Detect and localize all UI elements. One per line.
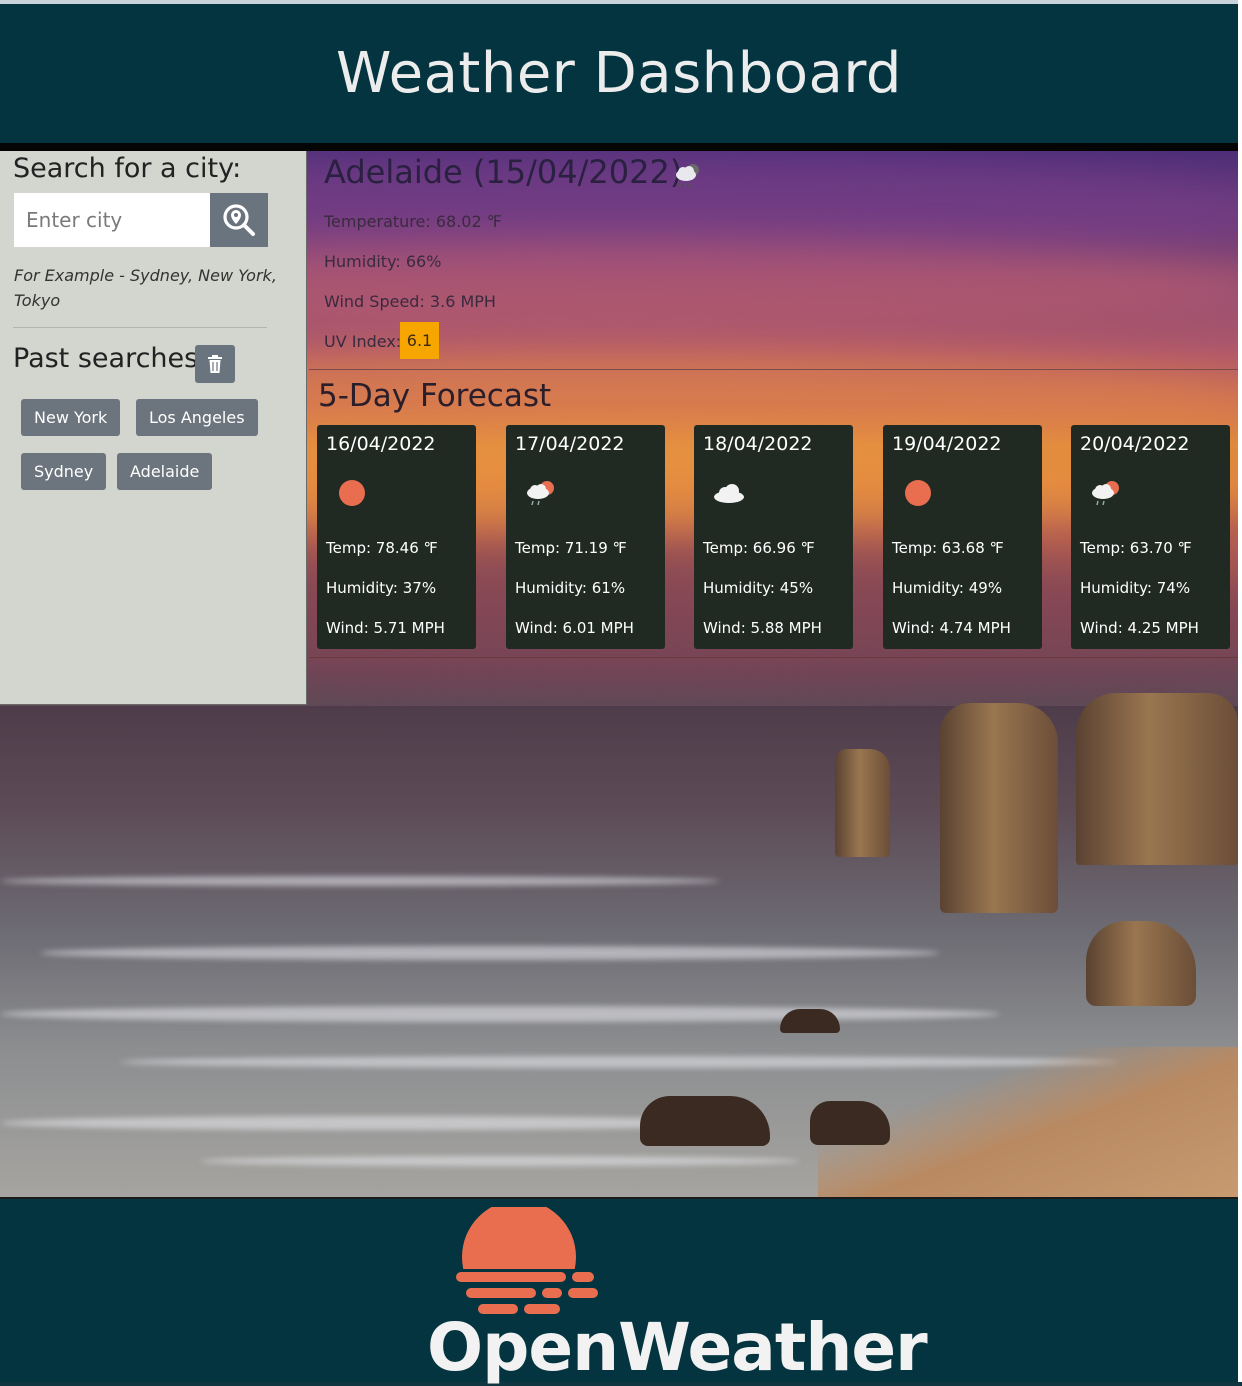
search-title: Search for a city: <box>13 153 242 184</box>
forecast-card: 19/04/2022 Temp: 63.68 ℉ Humidity: 49% W… <box>883 425 1042 649</box>
footer-divider <box>0 1197 1238 1199</box>
past-search-button[interactable]: Los Angeles <box>136 399 258 436</box>
forecast-wind: Wind: 6.01 MPH <box>515 619 634 637</box>
sun-cloud-rain-icon <box>527 481 554 506</box>
forecast-temp: Temp: 63.68 ℉ <box>892 539 1004 557</box>
forecast-date: 16/04/2022 <box>326 433 436 455</box>
sun-cloud-rain-icon <box>1092 481 1119 506</box>
cloud-icon <box>714 484 744 503</box>
forecast-date: 18/04/2022 <box>703 433 813 455</box>
current-humidity: Humidity: 66% <box>324 252 442 271</box>
past-searches-title: Past searches <box>13 343 199 374</box>
header-divider <box>0 143 1238 151</box>
map-search-icon <box>223 204 255 236</box>
forecast-temp: Temp: 71.19 ℉ <box>515 539 627 557</box>
clear-history-button[interactable] <box>195 345 235 383</box>
forecast-temp: Temp: 78.46 ℉ <box>326 539 438 557</box>
uv-index-label: UV Index: <box>324 332 402 351</box>
page-title: Weather Dashboard <box>336 41 902 106</box>
trash-icon <box>208 355 222 373</box>
forecast-wind: Wind: 4.74 MPH <box>892 619 1011 637</box>
search-example-hint: For Example - Sydney, New York, Tokyo <box>14 266 277 310</box>
forecast-wind: Wind: 5.71 MPH <box>326 619 445 637</box>
forecast-wind: Wind: 5.88 MPH <box>703 619 822 637</box>
search-sidebar: Search for a city: For Example - Sydney,… <box>0 151 307 705</box>
forecast-wind: Wind: 4.25 MPH <box>1080 619 1199 637</box>
city-search-input[interactable] <box>14 193 210 247</box>
forecast-panel: 5-Day Forecast 16/04/2022 Temp: 78.46 ℉ … <box>309 370 1238 658</box>
sidebar-divider <box>13 327 267 328</box>
forecast-temp: Temp: 66.96 ℉ <box>703 539 815 557</box>
current-city-title: Adelaide (15/04/2022) <box>324 153 683 191</box>
openweather-logo-icon <box>452 1207 602 1322</box>
forecast-humidity: Humidity: 37% <box>326 579 437 597</box>
sun-icon <box>339 480 365 506</box>
forecast-temp: Temp: 63.70 ℉ <box>1080 539 1192 557</box>
right-edge <box>1238 0 1242 1382</box>
cloud-rain-icon <box>676 164 699 188</box>
forecast-card: 17/04/2022 Temp: 71.19 ℉ Humidity: 61% W… <box>506 425 665 649</box>
forecast-date: 20/04/2022 <box>1080 433 1190 455</box>
current-wind: Wind Speed: 3.6 MPH <box>324 292 496 311</box>
search-form <box>14 193 268 247</box>
forecast-card: 18/04/2022 Temp: 66.96 ℉ Humidity: 45% W… <box>694 425 853 649</box>
openweather-brand: OpenWeather <box>427 1309 928 1386</box>
current-temperature: Temperature: 68.02 ℉ <box>324 212 502 231</box>
forecast-humidity: Humidity: 45% <box>703 579 814 597</box>
forecast-card: 20/04/2022 Temp: 63.70 ℉ Humidity: 74% W… <box>1071 425 1230 649</box>
search-button[interactable] <box>210 193 268 247</box>
forecast-date: 19/04/2022 <box>892 433 1002 455</box>
sun-icon <box>905 480 931 506</box>
forecast-card: 16/04/2022 Temp: 78.46 ℉ Humidity: 37% W… <box>317 425 476 649</box>
forecast-title: 5-Day Forecast <box>318 378 552 414</box>
page-header: Weather Dashboard <box>0 4 1238 143</box>
forecast-humidity: Humidity: 49% <box>892 579 1003 597</box>
past-search-button[interactable]: Sydney <box>21 453 107 490</box>
uv-index-badge: 6.1 <box>400 322 439 359</box>
forecast-humidity: Humidity: 74% <box>1080 579 1191 597</box>
forecast-date: 17/04/2022 <box>515 433 625 455</box>
past-search-button[interactable]: Adelaide <box>117 453 213 490</box>
forecast-humidity: Humidity: 61% <box>515 579 626 597</box>
page-footer: OpenWeather <box>0 1197 1238 1386</box>
past-search-button[interactable]: New York <box>21 399 121 436</box>
current-weather-panel: Adelaide (15/04/2022) Temperature: 68.02… <box>309 151 1238 370</box>
